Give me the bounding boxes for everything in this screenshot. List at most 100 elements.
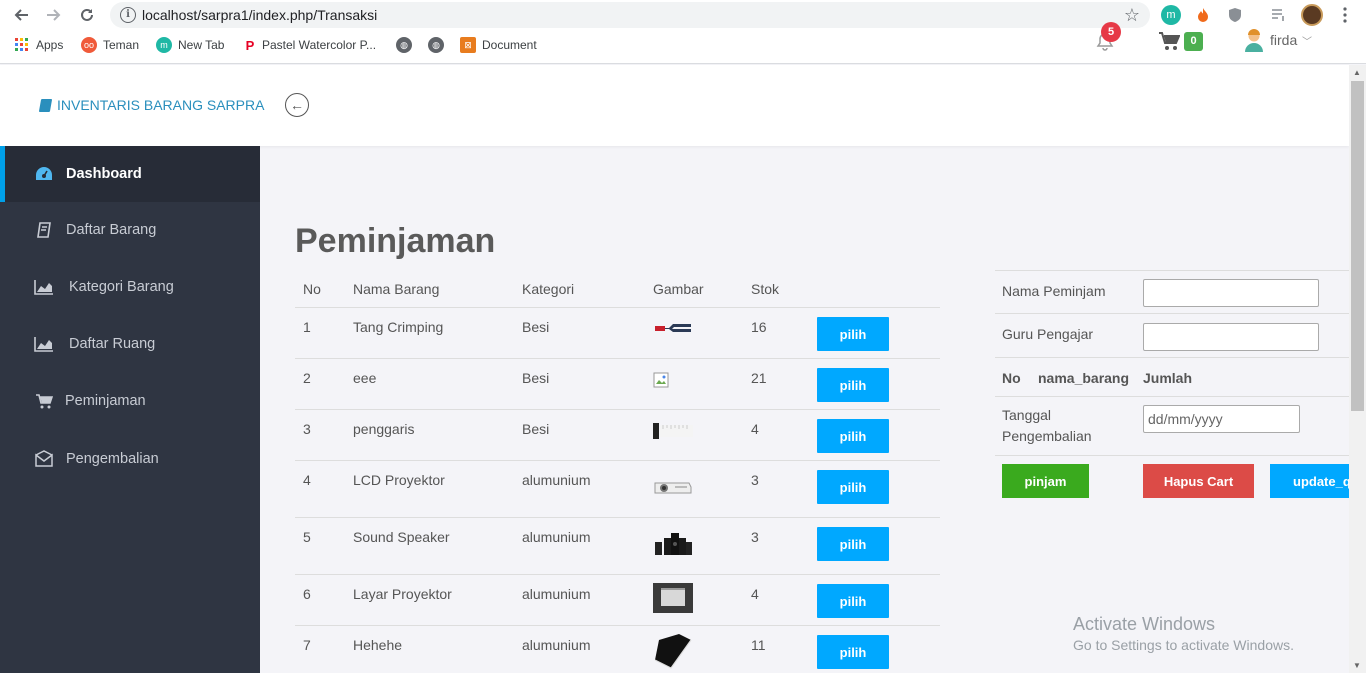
bookmark-new-tab[interactable]: m New Tab: [156, 37, 224, 53]
column-header: Gambar: [653, 281, 704, 297]
address-bar[interactable]: i localhost/sarpra1/index.php/Transaksi …: [110, 2, 1150, 28]
sidebar-item-pengembalian[interactable]: Pengembalian: [0, 431, 260, 487]
broken-image-icon: [653, 372, 693, 402]
globe-icon: ◍: [428, 37, 444, 53]
area-chart-icon: [34, 278, 54, 296]
bookmark-teman[interactable]: oo Teman: [81, 37, 139, 53]
page-title: Peminjaman: [295, 222, 496, 260]
book-icon: [34, 221, 54, 239]
crimping-tool-image: [653, 320, 693, 350]
table-row: 4 LCD Proyektor alumunium 3 pilih: [295, 461, 940, 518]
reload-icon[interactable]: [76, 4, 98, 26]
tanggal-pengembalian-input[interactable]: dd/mm/yyyy: [1143, 405, 1300, 433]
app-header: INVENTARIS BARANG SARPRA ←: [0, 65, 1349, 146]
scroll-up-arrow-icon[interactable]: ▲: [1353, 68, 1361, 77]
guru-pengajar-input[interactable]: [1143, 323, 1319, 351]
cart-column-nama-barang: nama_barang: [1038, 370, 1130, 386]
table-row: 7 Hehehe alumunium 11 pilih: [295, 626, 940, 673]
update-quantity-button[interactable]: update_q: [1270, 464, 1349, 498]
sidebar-item-dashboard[interactable]: Dashboard: [0, 146, 260, 202]
extension-shield-icon[interactable]: [1225, 5, 1245, 25]
cart-count-badge: 0: [1184, 32, 1203, 51]
url-text: localhost/sarpra1/index.php/Transaksi: [142, 7, 378, 23]
sidebar-item-daftar-ruang[interactable]: Daftar Ruang: [0, 316, 260, 372]
table-header: No Nama Barang Kategori Gambar Stok: [295, 270, 940, 308]
apps-grid-icon: [14, 37, 30, 53]
new-tab-icon: m: [156, 37, 172, 53]
table-row: 2 eee Besi 21 pilih: [295, 359, 940, 410]
scrollbar-thumb[interactable]: [1351, 81, 1364, 411]
book-icon: [38, 98, 53, 112]
document-icon: ⊠: [460, 37, 476, 53]
form-row-tanggal: Tanggal Pengembalian dd/mm/yyyy: [995, 397, 1349, 456]
area-chart-icon: [34, 335, 54, 353]
bookmark-star-icon[interactable]: ☆: [1124, 5, 1140, 25]
book-image: [653, 632, 693, 672]
page-scrollbar[interactable]: ▲ ▼: [1349, 65, 1366, 673]
scroll-down-arrow-icon[interactable]: ▼: [1353, 661, 1361, 670]
notification-badge: 5: [1101, 22, 1121, 42]
globe-icon: ◍: [396, 37, 412, 53]
dashboard-icon: [34, 165, 54, 183]
form-row-guru-pengajar: Guru Pengajar: [995, 314, 1349, 358]
navigation-row: i localhost/sarpra1/index.php/Transaksi …: [0, 0, 1366, 30]
table-row: 3 penggaris Besi 4 pilih: [295, 410, 940, 461]
nama-peminjam-label: Nama Peminjam: [1002, 283, 1106, 299]
extension-playlist-icon[interactable]: [1269, 5, 1289, 25]
nama-peminjam-input[interactable]: [1143, 279, 1319, 307]
pilih-button[interactable]: pilih: [817, 317, 889, 351]
pilih-button[interactable]: pilih: [817, 635, 889, 669]
sidebar: Dashboard Daftar Barang Kategori Barang …: [0, 146, 260, 673]
bookmark-apps[interactable]: Apps: [14, 37, 63, 53]
user-name[interactable]: firda: [1270, 32, 1297, 48]
pilih-button[interactable]: pilih: [817, 527, 889, 561]
column-header: Stok: [751, 281, 780, 297]
ruler-image: [653, 422, 693, 452]
bookmark-globe-1[interactable]: ◍: [396, 37, 418, 53]
guru-pengajar-label: Guru Pengajar: [1002, 326, 1094, 342]
column-header: Kategori: [522, 281, 575, 297]
cart-icon[interactable]: [1158, 31, 1181, 51]
forward-arrow-icon[interactable]: [43, 4, 65, 26]
sidebar-toggle-button[interactable]: ←: [285, 93, 309, 117]
profile-avatar[interactable]: [1301, 4, 1323, 26]
pilih-button[interactable]: pilih: [817, 419, 889, 453]
chevron-down-icon[interactable]: ﹀: [1302, 33, 1312, 48]
cart-column-jumlah: Jumlah: [1143, 370, 1193, 386]
activate-windows-watermark: Activate Windows Go to Settings to activ…: [1073, 614, 1294, 653]
sidebar-item-daftar-barang[interactable]: Daftar Barang: [0, 202, 260, 258]
tanggal-label: Tanggal: [1002, 407, 1052, 423]
info-icon[interactable]: i: [120, 7, 136, 23]
pilih-button[interactable]: pilih: [817, 470, 889, 504]
table-row: 1 Tang Crimping Besi 16 pilih: [295, 308, 940, 359]
back-arrow-icon[interactable]: [10, 4, 32, 26]
brand-link[interactable]: INVENTARIS BARANG SARPRA: [38, 97, 264, 113]
column-header: Nama Barang: [353, 281, 440, 297]
user-avatar[interactable]: [1244, 28, 1264, 52]
pilih-button[interactable]: pilih: [817, 368, 889, 402]
pinterest-icon: P: [245, 37, 255, 53]
pinjam-button[interactable]: pinjam: [1002, 464, 1089, 498]
extension-m-icon[interactable]: m: [1161, 5, 1181, 25]
table-row: 5 Sound Speaker alumunium 3 pilih: [295, 518, 940, 575]
extension-flame-icon[interactable]: [1193, 5, 1213, 25]
sidebar-item-peminjaman[interactable]: Peminjaman: [0, 373, 260, 429]
arrow-left-icon: ←: [290, 97, 304, 113]
teman-icon: oo: [81, 37, 97, 53]
form-row-nama-peminjam: Nama Peminjam: [995, 270, 1349, 314]
bookmark-globe-2[interactable]: ◍: [428, 37, 450, 53]
bookmark-document[interactable]: ⊠ Document: [460, 37, 537, 53]
projector-screen-image: [653, 583, 693, 613]
cart-header-row: No nama_barang Jumlah: [995, 358, 1349, 397]
column-header: No: [303, 281, 321, 297]
bookmark-pastel-watercolor[interactable]: P Pastel Watercolor P...: [244, 37, 376, 53]
projector-image: [653, 477, 693, 507]
hapus-cart-button[interactable]: Hapus Cart: [1143, 464, 1254, 498]
pengembalian-label: Pengembalian: [1002, 428, 1092, 444]
pilih-button[interactable]: pilih: [817, 584, 889, 618]
menu-dots-icon[interactable]: [1334, 4, 1356, 26]
update-button-wrap: update_q: [1270, 464, 1349, 498]
sidebar-item-kategori-barang[interactable]: Kategori Barang: [0, 259, 260, 315]
cart-icon: [34, 392, 54, 410]
table-row: 6 Layar Proyektor alumunium 4 pilih: [295, 575, 940, 626]
